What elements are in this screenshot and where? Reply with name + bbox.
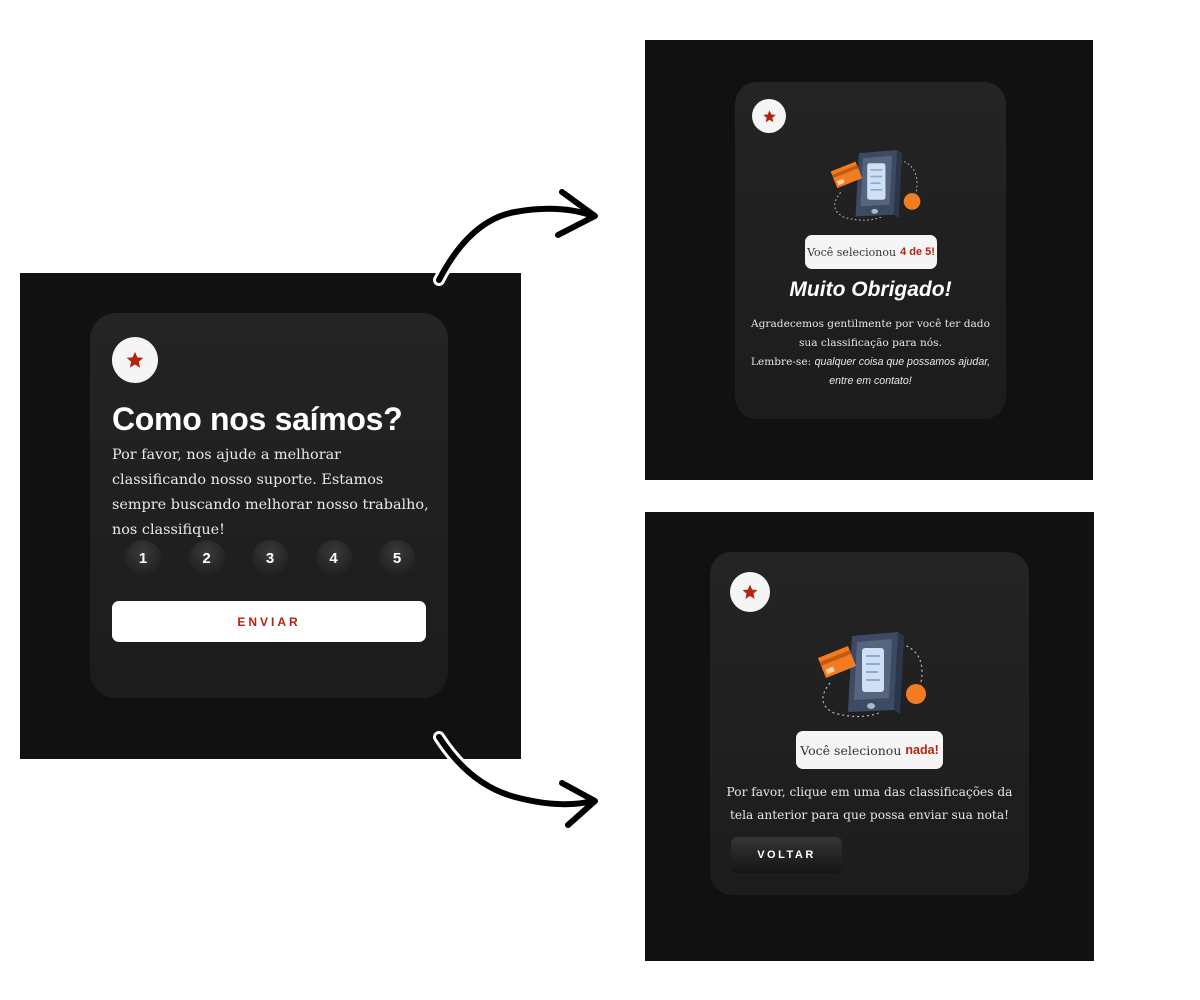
thanks-panel: Você selecionou 4 de 5! Muito Obrigado! … <box>645 40 1093 480</box>
no-selection-panel: Você selecionou nada! Por favor, clique … <box>645 512 1094 961</box>
selection-prefix: Você selecionou <box>807 245 897 259</box>
selection-badge: Você selecionou nada! <box>796 731 943 769</box>
rating-options: 1 2 3 4 5 <box>125 540 415 576</box>
rating-button-2[interactable]: 2 <box>188 540 225 576</box>
rating-title: Como nos saímos? <box>112 401 403 437</box>
thanks-title: Muito Obrigado! <box>789 278 952 301</box>
star-badge <box>752 99 786 133</box>
rating-button-4[interactable]: 4 <box>315 540 352 576</box>
star-icon <box>742 584 758 599</box>
remember-prefix: Lembre-se: <box>750 356 812 368</box>
star-badge <box>112 337 158 383</box>
back-button[interactable]: VOLTAR <box>731 837 842 873</box>
thanks-message: Agradecemos gentilmente por você ter dad… <box>745 315 996 391</box>
thanks-card: Você selecionou 4 de 5! Muito Obrigado! … <box>735 82 1006 419</box>
selection-badge: Você selecionou 4 de 5! <box>805 235 937 269</box>
thanks-body: Agradecemos gentilmente por você ter dad… <box>751 318 990 349</box>
no-selection-card: Você selecionou nada! Por favor, clique … <box>710 552 1029 895</box>
star-badge <box>730 572 770 612</box>
curved-arrow-icon <box>433 189 599 286</box>
selection-value: nada! <box>905 743 939 757</box>
remember-text: qualquer coisa que possamos ajudar, entr… <box>814 356 991 387</box>
rating-card: Como nos saímos? Por favor, nos ajude a … <box>90 313 448 698</box>
rating-button-5[interactable]: 5 <box>379 540 415 576</box>
curved-arrow-icon <box>433 731 599 828</box>
no-selection-message: Por favor, clique em uma das classificaç… <box>726 785 1013 822</box>
selection-prefix: Você selecionou <box>800 742 902 758</box>
submit-button[interactable]: ENVIAR <box>112 601 426 642</box>
phone-payment-illustration <box>818 632 926 718</box>
rating-panel: Como nos saímos? Por favor, nos ajude a … <box>20 273 521 759</box>
rating-description: Por favor, nos ajude a melhorar classifi… <box>112 447 429 538</box>
selection-value: 4 de 5! <box>900 246 935 258</box>
rating-button-3[interactable]: 3 <box>252 540 288 576</box>
star-icon <box>762 109 776 122</box>
star-icon <box>126 351 144 368</box>
phone-payment-illustration <box>830 149 921 221</box>
rating-button-1[interactable]: 1 <box>125 540 161 576</box>
